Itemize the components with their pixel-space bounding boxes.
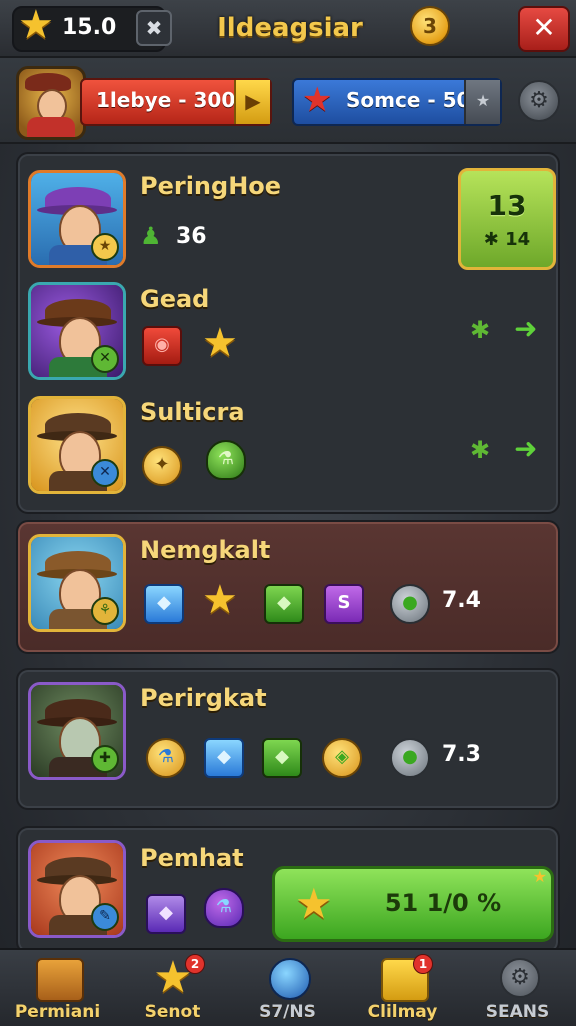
red-resource-label: 1lebye - 300 bbox=[96, 88, 236, 112]
level-number: 13 bbox=[487, 189, 527, 222]
tab-label: Senot bbox=[144, 1002, 201, 1022]
green-cube-icon: ◆ bbox=[262, 738, 302, 778]
tab-clilmay[interactable]: 1 Clilmay bbox=[345, 950, 460, 1026]
hero-name: Gead bbox=[140, 285, 210, 313]
blue-cube-icon: ◆ bbox=[204, 738, 244, 778]
badge-icon: ✕ bbox=[91, 459, 119, 487]
purple-potion-icon: ⚗ bbox=[204, 888, 244, 928]
hero-name: Nemgkalt bbox=[140, 536, 271, 564]
gold-treasure-icon: ◈ bbox=[322, 738, 362, 778]
badge-icon: ⚘ bbox=[91, 597, 119, 625]
notification-badge: 1 bbox=[413, 954, 433, 974]
tab-senot[interactable]: ★ 2 Senot bbox=[115, 950, 230, 1026]
play-arrow-icon[interactable]: ▶ bbox=[234, 80, 270, 124]
joystick-icon: ♟ bbox=[140, 222, 162, 250]
gold-star-icon: ★ bbox=[202, 320, 238, 366]
green-cube-icon: ◆ bbox=[264, 584, 304, 624]
hero-name: Sulticra bbox=[140, 398, 245, 426]
red-star-icon: ★ bbox=[302, 80, 333, 120]
hero-value: 7.3 bbox=[442, 742, 481, 767]
gold-coin-icon: ✦ bbox=[142, 446, 182, 486]
tab-label: S7/NS bbox=[259, 1002, 316, 1022]
page-title: Ildeagsiar bbox=[217, 13, 363, 43]
tab-label: Permiani bbox=[14, 1002, 101, 1022]
star-value: 15.0 bbox=[62, 15, 117, 40]
avatar-body bbox=[27, 117, 75, 137]
close-button[interactable]: ✕ bbox=[518, 6, 570, 52]
hero-portrait-6[interactable]: ✎ bbox=[28, 840, 126, 938]
purple-cube-icon: ◆ bbox=[146, 894, 186, 934]
swap-button[interactable]: ✖ bbox=[136, 10, 172, 46]
hero-name: PeringHoe bbox=[140, 172, 282, 200]
hero-name: Perirgkat bbox=[140, 684, 267, 712]
hero-name: Pemhat bbox=[140, 844, 244, 872]
green-orb-icon: ● bbox=[390, 738, 430, 778]
level-sub: ✱ 14 bbox=[483, 229, 531, 250]
bottom-nav: Permiani ★ 2 Senot S7/NS 1 Clilmay ⚙ SEA… bbox=[0, 948, 576, 1026]
hero-portrait-5[interactable]: ✚ bbox=[28, 682, 126, 780]
gold-potion-icon: ⚗ bbox=[146, 738, 186, 778]
badge-icon: ★ bbox=[91, 233, 119, 261]
player-avatar[interactable] bbox=[16, 66, 86, 140]
hero-portrait-3[interactable]: ✕ bbox=[28, 396, 126, 494]
level-card[interactable]: 13 ✱ 14 bbox=[458, 168, 556, 270]
green-orb-icon: ● bbox=[390, 584, 430, 624]
badge-icon: ✎ bbox=[91, 903, 119, 931]
badge-icon: ✕ bbox=[91, 345, 119, 373]
purple-gem-icon: S bbox=[324, 584, 364, 624]
globe-icon bbox=[269, 958, 311, 1000]
tab-label: SEANS bbox=[485, 1002, 550, 1022]
hero-portrait-2[interactable]: ✕ bbox=[28, 282, 126, 380]
progress-button[interactable]: ★ 51 1/0 % ★ bbox=[272, 866, 554, 942]
tab-seans[interactable]: ⚙ SEANS bbox=[460, 950, 575, 1026]
tab-permiani[interactable]: Permiani bbox=[0, 950, 115, 1026]
tab-label: Clilmay bbox=[367, 1002, 438, 1022]
red-gem-icon: ◉ bbox=[142, 326, 182, 366]
gold-star-icon: ★ bbox=[295, 879, 333, 928]
clover-icon: ✱ bbox=[470, 316, 491, 344]
badge-icon: ✚ bbox=[91, 745, 119, 773]
blue-resource-label: Somce - 50 bbox=[346, 88, 471, 112]
green-potion-icon: ⚗ bbox=[206, 440, 246, 480]
notification-badge: 2 bbox=[185, 954, 205, 974]
blue-cube-icon: ◆ bbox=[144, 584, 184, 624]
gear-icon: ⚙ bbox=[500, 958, 540, 998]
next-arrow-icon[interactable]: ➜ bbox=[514, 432, 537, 465]
book-stack-icon bbox=[36, 958, 84, 1002]
corner-star-icon: ★ bbox=[532, 867, 547, 886]
small-star-icon: ★ bbox=[464, 80, 500, 124]
clover-icon: ✱ bbox=[470, 436, 491, 464]
tab-sns[interactable]: S7/NS bbox=[230, 950, 345, 1026]
star-icon: ★ bbox=[18, 2, 54, 48]
hero-portrait-4[interactable]: ⚘ bbox=[28, 534, 126, 632]
next-arrow-icon[interactable]: ➜ bbox=[514, 312, 537, 345]
level-sub-value: 14 bbox=[505, 229, 531, 250]
settings-gear-icon[interactable]: ⚙ bbox=[518, 80, 560, 122]
avatar-hat bbox=[25, 73, 71, 91]
blue-resource-pill[interactable]: ★ Somce - 50 ★ bbox=[292, 78, 502, 126]
red-resource-pill[interactable]: 1lebye - 300 ▶ bbox=[80, 78, 272, 126]
hero-value: 7.4 bbox=[442, 588, 481, 613]
hero-stat: 36 bbox=[176, 224, 207, 249]
hero-portrait-1[interactable]: ★ bbox=[28, 170, 126, 268]
gold-star-icon: ★ bbox=[202, 577, 238, 623]
progress-label: 51 1/0 % bbox=[384, 889, 502, 917]
coin-icon[interactable]: 3 bbox=[410, 6, 450, 46]
